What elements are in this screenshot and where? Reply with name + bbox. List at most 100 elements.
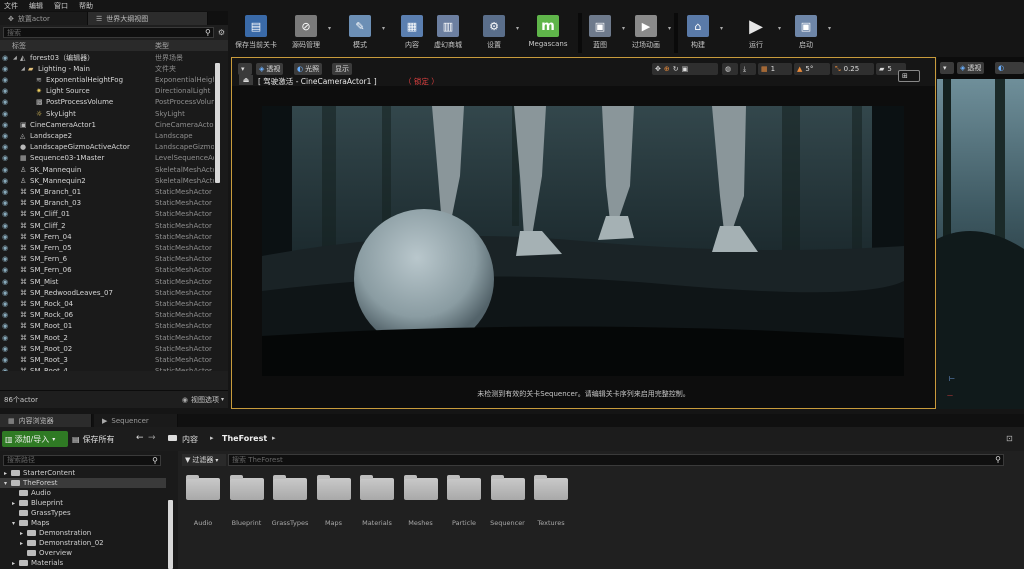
save-all-button[interactable]: ▤ 保存所有 [72,431,128,447]
rotation-snap-toggle[interactable]: ▲ 5° [794,63,830,75]
layout-button[interactable]: ⊞ [898,70,920,82]
asset-folder-icon[interactable] [229,475,264,500]
visibility-eye-icon[interactable]: ◉ [2,87,8,95]
chevron-down-icon[interactable]: ▾ [668,25,671,32]
outliner-row[interactable]: ◉ ✷ Light Source DirectionalLight [0,86,214,97]
world-local-toggle[interactable]: ◍ [722,63,738,75]
toolbar-button-build[interactable]: ⌂ 构建 ▾ [680,15,723,53]
outliner-row[interactable]: ◉ ◬ Landscape2 Landscape [0,130,214,141]
secondary-viewport[interactable]: ▾ ◈ 透视 ◐ — ⊢ [937,57,1024,409]
outliner-row[interactable]: ◉ ⌘ SM_Rock_04 StaticMeshActor [0,298,214,309]
right-viewport-options-button[interactable]: ▾ [940,62,954,74]
right-lit-button[interactable]: ◐ [995,62,1024,74]
menu-help[interactable]: 帮助 [79,1,93,11]
outliner-row[interactable]: ◉ ◢ ◭ forest03（编辑器） 世界场景 [0,52,214,63]
viewport-options-button[interactable]: ▾ [238,63,252,75]
transform-tools-group[interactable]: ✥ ⊕ ↻ ▣ [652,63,718,75]
outliner-row[interactable]: ◉ ⌘ SM_Cliff_01 StaticMeshActor [0,209,214,220]
lock-icon[interactable]: ⊡ [1006,434,1013,443]
filters-button[interactable]: ▼ 过滤器 ▾ [182,454,226,466]
visibility-eye-icon[interactable]: ◉ [2,222,8,230]
tree-item[interactable]: GrassTypes [0,508,166,518]
visibility-eye-icon[interactable]: ◉ [2,367,8,371]
outliner-row[interactable]: ◉ ⌘ SM_Root_01 StaticMeshActor [0,321,214,332]
chevron-down-icon[interactable]: ▾ [382,25,385,32]
visibility-eye-icon[interactable]: ◉ [2,166,8,174]
chevron-down-icon[interactable]: ▾ [720,25,723,32]
visibility-eye-icon[interactable]: ◉ [2,255,8,263]
tab-place-actors[interactable]: ✥ 放置actor [0,12,88,25]
toolbar-button-cinematics[interactable]: ▶ 过场动画 ▾ [628,15,671,53]
toolbar-button-save[interactable]: ▤ 保存当前关卡 [232,15,280,53]
eject-pilot-icon[interactable]: ⏏ [239,75,253,85]
visibility-eye-icon[interactable]: ◉ [2,188,8,196]
chevron-down-icon[interactable]: ▾ [778,25,781,32]
scale-snap-toggle[interactable]: ⤡ 0.25 [832,63,874,75]
asset-folder-label[interactable]: Particle [439,519,489,527]
visibility-eye-icon[interactable]: ◉ [2,345,8,353]
show-button[interactable]: 显示 [332,63,352,75]
asset-folder-label[interactable]: Audio [178,519,228,527]
visibility-eye-icon[interactable]: ◉ [2,289,8,297]
toolbar-button-modes[interactable]: ✎ 模式 ▾ [342,15,385,53]
outliner-row[interactable]: ◉ ⌘ SM_Rock_06 StaticMeshActor [0,310,214,321]
outliner-row[interactable]: ◉ ⌘ SM_Fern_6 StaticMeshActor [0,254,214,265]
asset-folder-label[interactable]: Materials [352,519,402,527]
visibility-eye-icon[interactable]: ◉ [2,98,8,106]
outliner-row[interactable]: ◉ ⌘ SM_Root_2 StaticMeshActor [0,332,214,343]
tree-item[interactable]: Audio [0,488,166,498]
tree-expand-arrow-icon[interactable]: ▸ [4,470,7,477]
tree-scrollbar[interactable] [168,500,173,569]
forward-arrow-icon[interactable]: → [148,433,156,443]
outliner-row[interactable]: ◉▩PostProcessVolumePostProcessVolume [0,97,214,108]
outliner-row[interactable]: ◉ ⌘ SM_Cliff_2 StaticMeshActor [0,220,214,231]
outliner-row[interactable]: ◉ ⌘ SM_Branch_01 StaticMeshActor [0,186,214,197]
lock-label[interactable]: （ 锁定 ） [404,76,439,87]
outliner-row[interactable]: ◉ ⌘ SM_Fern_05 StaticMeshActor [0,242,214,253]
chevron-down-icon[interactable]: ▾ [828,25,831,32]
tree-expand-arrow-icon[interactable]: ▸ [12,500,15,507]
outliner-row[interactable]: ◉ ≋ ExponentialHeightFog ExponentialHeightF… [0,74,214,85]
outliner-row[interactable]: ◉ ▦Sequence03-1Master LevelSequenceActor [0,153,214,164]
tab-sequencer[interactable]: ▶ Sequencer [94,414,178,427]
asset-folder-icon[interactable] [273,475,307,500]
tab-content-browser[interactable]: ▦ 内容浏览器 [0,414,92,427]
outliner-row[interactable]: ◉ ⌘SM_Root_4StaticMeshActor [0,366,214,371]
tree-item[interactable]: ▸ Materials [0,558,166,568]
outliner-row[interactable]: ◉ ⌘ SM_Root_3 StaticMeshActor [0,354,214,365]
tree-expand-arrow-icon[interactable]: ▾ [4,480,7,487]
visibility-eye-icon[interactable]: ◉ [2,121,8,129]
asset-folder-icon[interactable] [403,475,438,500]
toolbar-button-source-control[interactable]: ⊘ 源码管理 ▾ [288,15,331,53]
path-search-input[interactable]: 搜索路径 ⚲ [3,455,161,466]
outliner-row[interactable]: ◉ ▣ CineCameraActor1 CineCameraActor [0,119,214,130]
tree-expand-arrow-icon[interactable]: ▾ [12,520,15,527]
right-perspective-button[interactable]: ◈ 透视 [957,62,985,74]
toolbar-button-settings[interactable]: ⚙ 设置 ▾ [476,15,519,53]
toolbar-button-blueprint[interactable]: ▣ 蓝图 ▾ [582,15,625,53]
visibility-eye-icon[interactable]: ◉ [2,356,8,364]
asset-folder-label[interactable]: GrassTypes [265,519,315,527]
expand-arrow-icon[interactable]: ◢ [13,55,17,61]
visibility-eye-icon[interactable]: ◉ [2,311,8,319]
chevron-down-icon[interactable]: ▾ [328,25,331,32]
toolbar-button-megascans[interactable]: m Megascans [524,15,572,53]
visibility-eye-icon[interactable]: ◉ [2,322,8,330]
asset-folder-icon[interactable] [186,475,220,500]
asset-folder-icon[interactable] [447,475,481,500]
tree-item[interactable]: ▸ StarterContent [0,468,166,478]
tree-expand-arrow-icon[interactable]: ▸ [20,530,23,537]
tree-item[interactable]: ▾ TheForest [0,478,166,488]
level-viewport[interactable]: ▾ ◈ 透视 ◐ 光照 显示 ✥ ⊕ ↻ ▣ ◍ ⤓ ▦ 1 ▲ 5° ⤡ 0.… [231,57,936,409]
tree-expand-arrow-icon[interactable]: ▸ [20,540,23,547]
outliner-search-input[interactable]: 搜索 ⚲ [3,27,214,38]
visibility-eye-icon[interactable]: ◉ [2,266,8,274]
tree-item[interactable]: ▸ Demonstration_02 [0,538,166,548]
outliner-row[interactable]: ◉ ⌘ SM_RedwoodLeaves_07 StaticMeshActor [0,287,214,298]
menu-window[interactable]: 窗口 [54,1,68,11]
visibility-eye-icon[interactable]: ◉ [2,233,8,241]
back-arrow-icon[interactable]: ← [136,433,144,443]
asset-folder-icon[interactable] [490,475,525,500]
toolbar-button-content[interactable]: ▦ 内容 [394,15,430,53]
outliner-row[interactable]: ◉ ⌘ SM_Branch_03 StaticMeshActor [0,198,214,209]
